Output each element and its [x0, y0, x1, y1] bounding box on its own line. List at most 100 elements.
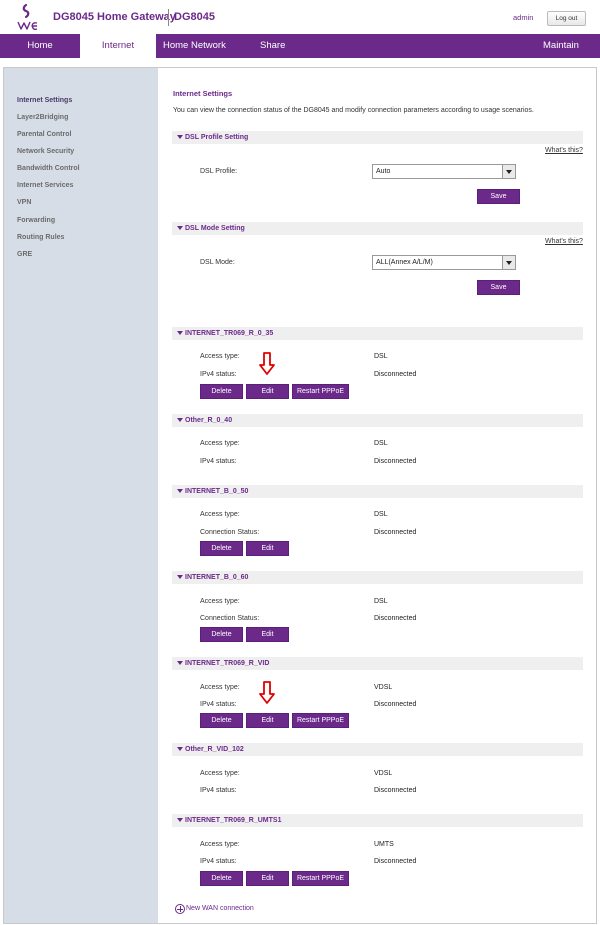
status-label: IPv4 status: [200, 858, 237, 865]
nav-maintain[interactable]: Maintain [543, 34, 579, 58]
page-title: Internet Settings [173, 89, 233, 98]
collapse-icon [177, 489, 183, 493]
new-wan-connection-link[interactable]: New WAN connection [175, 904, 254, 914]
restart-pppoe-button[interactable]: Restart PPPoE [292, 384, 349, 399]
access-type-label: Access type: [200, 770, 240, 777]
access-type-label: Access type: [200, 440, 240, 447]
chevron-down-icon [502, 256, 515, 269]
connection-header[interactable]: INTERNET_TR069_R_VID [172, 657, 583, 670]
connection-header[interactable]: INTERNET_B_0_50 [172, 485, 583, 498]
nav-internet[interactable]: Internet [80, 34, 156, 59]
restart-pppoe-button[interactable]: Restart PPPoE [292, 713, 349, 728]
connection-name: INTERNET_TR069_R_VID [185, 660, 270, 667]
nav-home[interactable]: Home [0, 34, 80, 58]
sidebar-item-gre[interactable]: GRE [17, 251, 32, 258]
main-nav: Home Internet Home Network Share Maintai… [0, 34, 600, 59]
delete-button[interactable]: Delete [200, 627, 243, 642]
connection-name: INTERNET_B_0_60 [185, 574, 249, 581]
dsl-mode-save-button[interactable]: Save [477, 280, 520, 295]
delete-button[interactable]: Delete [200, 871, 243, 886]
sidebar-item-bandwidth-control[interactable]: Bandwidth Control [17, 165, 80, 172]
edit-button[interactable]: Edit [246, 713, 289, 728]
edit-button[interactable]: Edit [246, 541, 289, 556]
dsl-mode-header[interactable]: DSL Mode Setting [172, 222, 583, 235]
connection-header[interactable]: INTERNET_TR069_R_0_35 [172, 327, 583, 340]
status-value: Disconnected [374, 371, 417, 378]
we-logo [14, 2, 40, 32]
status-value: Disconnected [374, 458, 417, 465]
app-title: DG8045 Home Gateway [53, 11, 176, 23]
edit-button[interactable]: Edit [246, 384, 289, 399]
sidebar-item-parental-control[interactable]: Parental Control [17, 131, 71, 138]
connection-header[interactable]: Other_R_VID_102 [172, 743, 583, 756]
status-value: Disconnected [374, 529, 417, 536]
sidebar-item-network-security[interactable]: Network Security [17, 148, 74, 155]
logout-button[interactable]: Log out [547, 11, 586, 26]
dsl-profile-select[interactable]: Auto [372, 164, 516, 179]
collapse-icon [177, 661, 183, 665]
connection-name: INTERNET_TR069_R_0_35 [185, 330, 274, 337]
status-label: IPv4 status: [200, 701, 237, 708]
connection-header[interactable]: INTERNET_B_0_60 [172, 571, 583, 584]
connection-header[interactable]: INTERNET_TR069_R_UMTS1 [172, 814, 583, 827]
delete-button[interactable]: Delete [200, 713, 243, 728]
access-type-label: Access type: [200, 841, 240, 848]
dsl-profile-label: DSL Profile: [200, 168, 238, 175]
dsl-profile-value: Auto [376, 168, 391, 175]
sidebar-item-vpn[interactable]: VPN [17, 199, 31, 206]
sidebar-item-layer2bridging[interactable]: Layer2Bridging [17, 114, 68, 121]
access-type-label: Access type: [200, 353, 240, 360]
collapse-icon [177, 226, 183, 230]
access-type-label: Access type: [200, 684, 240, 691]
connection-name: INTERNET_B_0_50 [185, 488, 249, 495]
connection-name: INTERNET_TR069_R_UMTS1 [185, 817, 282, 824]
dsl-profile-header[interactable]: DSL Profile Setting [172, 131, 583, 144]
new-wan-label: New WAN connection [186, 905, 254, 912]
model-name: DG8045 [174, 11, 215, 23]
status-value: Disconnected [374, 615, 417, 622]
collapse-icon [177, 575, 183, 579]
access-type-value: VDSL [374, 684, 393, 691]
status-label: Connection Status: [200, 529, 260, 536]
edit-button[interactable]: Edit [246, 871, 289, 886]
section-title: DSL Mode Setting [185, 225, 245, 232]
status-value: Disconnected [374, 701, 417, 708]
connection-name: Other_R_0_40 [185, 417, 233, 424]
sidebar-item-internet-settings[interactable]: Internet Settings [17, 97, 72, 104]
header: DG8045 Home Gateway DG8045 admin Log out [0, 0, 600, 34]
delete-button[interactable]: Delete [200, 384, 243, 399]
main-frame: Internet Settings Layer2Bridging Parenta… [3, 67, 597, 924]
collapse-icon [177, 747, 183, 751]
status-label: IPv4 status: [200, 371, 237, 378]
plus-icon [175, 904, 185, 914]
status-label: IPv4 status: [200, 787, 237, 794]
nav-home-network[interactable]: Home Network [163, 34, 226, 58]
access-type-label: Access type: [200, 511, 240, 518]
red-arrow-icon [259, 352, 275, 375]
dsl-mode-value: ALL(Annex A/L/M) [376, 259, 433, 266]
restart-pppoe-button[interactable]: Restart PPPoE [292, 871, 349, 886]
collapse-icon [177, 818, 183, 822]
access-type-value: UMTS [374, 841, 394, 848]
access-type-value: DSL [374, 353, 388, 360]
collapse-icon [177, 135, 183, 139]
edit-button[interactable]: Edit [246, 627, 289, 642]
access-type-value: DSL [374, 440, 388, 447]
connection-name: Other_R_VID_102 [185, 746, 244, 753]
nav-share[interactable]: Share [260, 34, 285, 58]
sidebar-item-forwarding[interactable]: Forwarding [17, 217, 55, 224]
red-arrow-icon [259, 681, 275, 704]
sidebar-item-internet-services[interactable]: Internet Services [17, 182, 73, 189]
whats-this-link[interactable]: What's this? [545, 147, 583, 154]
chevron-down-icon [502, 165, 515, 178]
sidebar-item-routing-rules[interactable]: Routing Rules [17, 234, 64, 241]
status-label: Connection Status: [200, 615, 260, 622]
connection-header[interactable]: Other_R_0_40 [172, 414, 583, 427]
sidebar: Internet Settings Layer2Bridging Parenta… [4, 68, 158, 923]
delete-button[interactable]: Delete [200, 541, 243, 556]
dsl-profile-save-button[interactable]: Save [477, 189, 520, 204]
whats-this-link[interactable]: What's this? [545, 238, 583, 245]
collapse-icon [177, 331, 183, 335]
dsl-mode-select[interactable]: ALL(Annex A/L/M) [372, 255, 516, 270]
status-value: Disconnected [374, 858, 417, 865]
